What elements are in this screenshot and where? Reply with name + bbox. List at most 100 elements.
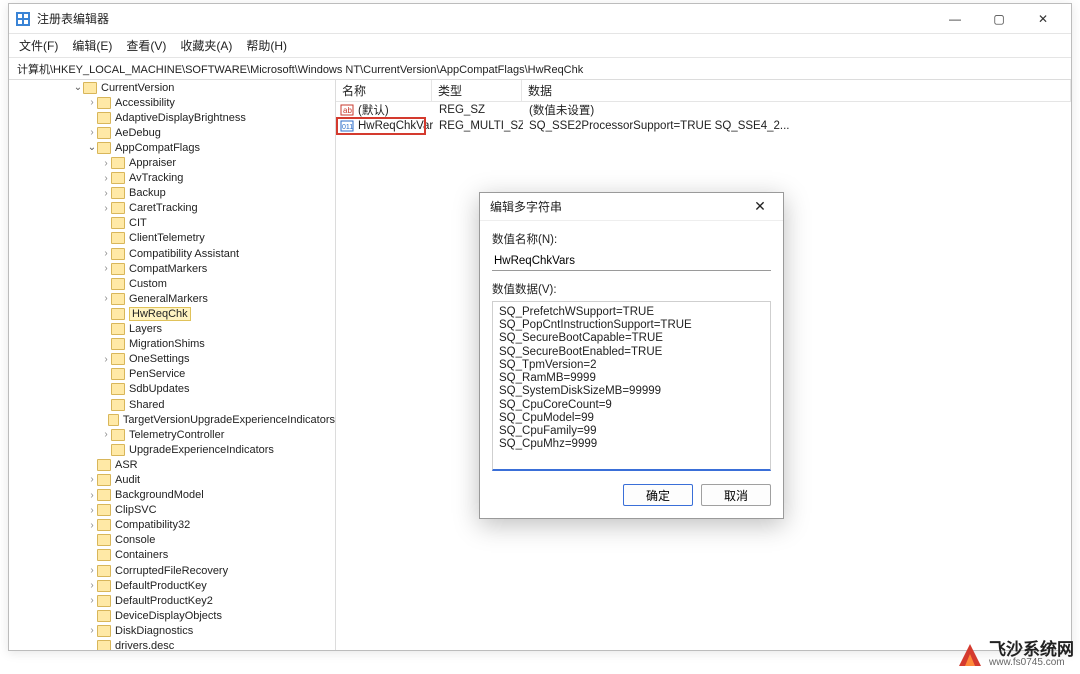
value-data-textarea[interactable] — [492, 301, 771, 471]
tree-item-compatibility32[interactable]: ›Compatibility32 — [9, 518, 335, 533]
cancel-button[interactable]: 取消 — [701, 484, 771, 506]
tree-item-onesettings[interactable]: › OneSettings — [9, 352, 335, 367]
key-tree[interactable]: ⌄CurrentVersion › AccessibilityAdaptiveDis… — [9, 80, 336, 650]
tree-label: TargetVersionUpgradeExperienceIndicators — [123, 414, 335, 426]
dialog-close-button[interactable]: ✕ — [747, 198, 773, 215]
folder-icon — [111, 429, 125, 441]
tree-item-corruptedfilerecovery[interactable]: › CorruptedFileRecovery — [9, 563, 335, 578]
tree-item-aedebug[interactable]: ›AeDebug — [9, 125, 335, 140]
chevron-right-icon[interactable]: › — [101, 429, 111, 440]
tree-item-defaultproductkey2[interactable]: ›DefaultProductKey2 — [9, 593, 335, 608]
titlebar[interactable]: 注册表编辑器 — ▢ ✕ — [9, 4, 1071, 34]
address-bar[interactable]: 计算机\HKEY_LOCAL_MACHINE\SOFTWARE\Microsof… — [9, 58, 1071, 80]
tree-item-clipsvc[interactable]: ›ClipSVC — [9, 503, 335, 518]
tree-item-audit[interactable]: ›Audit — [9, 472, 335, 487]
tree-item-asr[interactable]: ASR — [9, 457, 335, 472]
tree-item-telemetrycontroller[interactable]: ›TelemetryController — [9, 427, 335, 442]
tree-item-backup[interactable]: ›Backup — [9, 186, 335, 201]
tree-label: Accessibility — [115, 97, 175, 109]
tree-item-sdbupdates[interactable]: SdbUpdates — [9, 382, 335, 397]
tree-item-drivers-desc[interactable]: drivers.desc — [9, 638, 335, 650]
tree-item-carettracking[interactable]: › CaretTracking — [9, 201, 335, 216]
chevron-right-icon[interactable]: › — [87, 505, 97, 516]
tree-item-compatibility-assistant[interactable]: ›Compatibility Assistant — [9, 246, 335, 261]
menu-favorites[interactable]: 收藏夹(A) — [180, 37, 232, 54]
tree-item-custom[interactable]: Custom — [9, 276, 335, 291]
chevron-right-icon[interactable]: › — [87, 565, 97, 576]
tree-item-cit[interactable]: CIT — [9, 216, 335, 231]
value-row[interactable]: 011HwReqChkVarsREG_MULTI_SZSQ_SSE2Proces… — [336, 118, 1071, 134]
tree-item-currentversion[interactable]: ⌄CurrentVersion — [9, 80, 335, 95]
tree-item-adaptivedisplaybrightness[interactable]: AdaptiveDisplayBrightness — [9, 110, 335, 125]
value-type: REG_MULTI_SZ — [433, 120, 523, 132]
tree-item-appraiser[interactable]: ›Appraiser — [9, 155, 335, 170]
chevron-right-icon[interactable]: › — [87, 595, 97, 606]
chevron-down-icon[interactable]: ⌄ — [73, 82, 83, 93]
chevron-right-icon[interactable]: › — [101, 248, 111, 259]
tree-item-console[interactable]: Console — [9, 533, 335, 548]
menu-view[interactable]: 查看(V) — [126, 37, 166, 54]
tree-label: CaretTracking — [129, 202, 198, 214]
maximize-button[interactable]: ▢ — [977, 4, 1021, 33]
chevron-right-icon[interactable]: › — [101, 173, 111, 184]
tree-label: OneSettings — [129, 353, 190, 365]
folder-icon — [111, 323, 125, 335]
tree-label: CorruptedFileRecovery — [115, 565, 228, 577]
minimize-button[interactable]: — — [933, 4, 977, 33]
value-data-label: 数值数据(V): — [492, 281, 771, 297]
tree-label: DefaultProductKey — [115, 580, 207, 592]
chevron-right-icon[interactable]: › — [87, 490, 97, 501]
tree-item-targetversionupgradeexperienceindicators[interactable]: TargetVersionUpgradeExperienceIndicators — [9, 412, 335, 427]
col-type[interactable]: 类型 — [432, 80, 522, 101]
chevron-right-icon[interactable]: › — [87, 474, 97, 485]
tree-item-containers[interactable]: Containers — [9, 548, 335, 563]
tree-item-shared[interactable]: Shared — [9, 397, 335, 412]
tree-item-diskdiagnostics[interactable]: ›DiskDiagnostics — [9, 623, 335, 638]
folder-icon — [97, 549, 111, 561]
tree-label: CIT — [129, 217, 147, 229]
chevron-right-icon[interactable]: › — [101, 203, 111, 214]
chevron-right-icon[interactable]: › — [101, 263, 111, 274]
menu-file[interactable]: 文件(F) — [19, 37, 58, 54]
tree-item-appcompatflags[interactable]: ⌄AppCompatFlags — [9, 140, 335, 155]
menu-help[interactable]: 帮助(H) — [246, 37, 287, 54]
folder-icon — [111, 444, 125, 456]
tree-item-penservice[interactable]: PenService — [9, 367, 335, 382]
folder-icon — [111, 278, 125, 290]
value-name-input[interactable] — [492, 251, 771, 271]
tree-item-clienttelemetry[interactable]: ClientTelemetry — [9, 231, 335, 246]
chevron-right-icon[interactable]: › — [101, 188, 111, 199]
chevron-right-icon[interactable]: › — [101, 293, 111, 304]
ok-button[interactable]: 确定 — [623, 484, 693, 506]
menubar: 文件(F) 编辑(E) 查看(V) 收藏夹(A) 帮助(H) — [9, 34, 1071, 58]
chevron-right-icon[interactable]: › — [87, 520, 97, 531]
value-row[interactable]: ab(默认)REG_SZ(数值未设置) — [336, 102, 1071, 118]
tree-item-compatmarkers[interactable]: ›CompatMarkers — [9, 261, 335, 276]
chevron-right-icon[interactable]: › — [101, 158, 111, 169]
tree-item-accessibility[interactable]: › Accessibility — [9, 95, 335, 110]
chevron-right-icon[interactable]: › — [87, 580, 97, 591]
value-name-label: 数值名称(N): — [492, 231, 771, 247]
tree-item-devicedisplayobjects[interactable]: DeviceDisplayObjects — [9, 608, 335, 623]
chevron-right-icon[interactable]: › — [87, 127, 97, 138]
tree-item-hwreqchk[interactable]: HwReqChk — [9, 306, 335, 321]
col-name[interactable]: 名称 — [336, 80, 432, 101]
menu-edit[interactable]: 编辑(E) — [72, 37, 112, 54]
tree-item-avtracking[interactable]: ›AvTracking — [9, 171, 335, 186]
tree-item-backgroundmodel[interactable]: ›BackgroundModel — [9, 488, 335, 503]
tree-item-layers[interactable]: Layers — [9, 322, 335, 337]
col-data[interactable]: 数据 — [522, 80, 1071, 101]
dialog-titlebar[interactable]: 编辑多字符串 ✕ — [480, 193, 783, 221]
folder-icon — [97, 459, 111, 471]
folder-icon — [111, 368, 125, 380]
chevron-down-icon[interactable]: ⌄ — [87, 142, 97, 153]
close-button[interactable]: ✕ — [1021, 4, 1065, 33]
tree-item-generalmarkers[interactable]: ›GeneralMarkers — [9, 291, 335, 306]
tree-item-defaultproductkey[interactable]: › DefaultProductKey — [9, 578, 335, 593]
chevron-right-icon[interactable]: › — [101, 354, 111, 365]
tree-item-upgradeexperienceindicators[interactable]: UpgradeExperienceIndicators — [9, 442, 335, 457]
tree-item-migrationshims[interactable]: MigrationShims — [9, 337, 335, 352]
chevron-right-icon[interactable]: › — [87, 625, 97, 636]
list-header[interactable]: 名称 类型 数据 — [336, 80, 1071, 102]
chevron-right-icon[interactable]: › — [87, 97, 97, 108]
